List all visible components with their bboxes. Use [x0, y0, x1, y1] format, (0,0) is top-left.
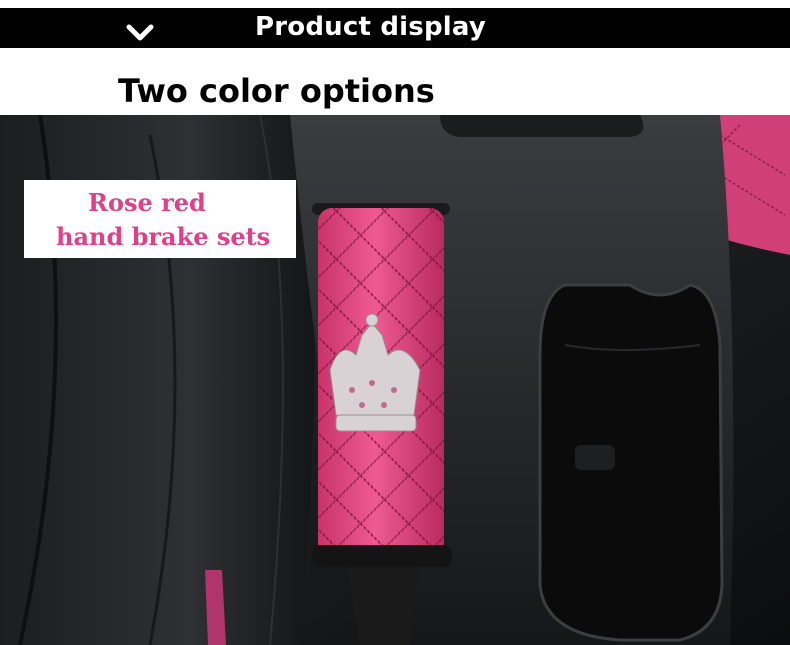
chevron-down-icon: [126, 24, 154, 41]
color-label-line2: hand brake sets: [56, 222, 271, 251]
page-title: Product display: [255, 12, 486, 42]
header-bar: Product display: [0, 8, 790, 48]
section-subtitle: Two color options: [118, 72, 435, 110]
color-label-line1: Rose red: [88, 188, 206, 217]
